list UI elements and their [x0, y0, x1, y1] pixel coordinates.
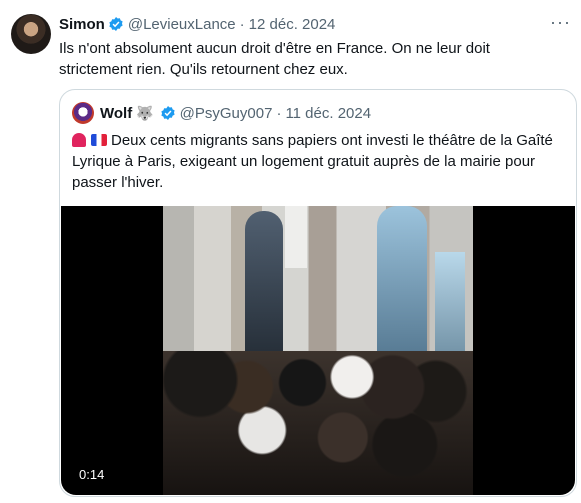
quoted-date[interactable]: 11 déc. 2024: [285, 105, 371, 122]
facade-window: [377, 206, 427, 366]
quoted-author-handle[interactable]: @PsyGuy007: [180, 105, 273, 122]
quoted-avatar[interactable]: [72, 102, 94, 124]
facade-banner: [285, 206, 307, 268]
quoted-text-block: Deux cents migrants sans papiers ont inv…: [72, 130, 562, 193]
crowd-image: [163, 351, 473, 495]
quoted-tweet[interactable]: Wolf 🐺 @PsyGuy007 · 11 déc. 2024 Deux ce…: [59, 89, 577, 497]
author-handle[interactable]: @LevieuxLance: [128, 16, 236, 33]
quoted-text: Deux cents migrants sans papiers ont inv…: [72, 132, 553, 191]
wolf-emoji-icon: 🐺: [136, 104, 154, 121]
verified-badge-icon: [109, 17, 123, 31]
video-duration: 0:14: [73, 466, 111, 483]
video-frame: [163, 206, 473, 495]
more-options-icon[interactable]: ···: [550, 12, 571, 33]
separator-dot: ·: [276, 104, 282, 122]
quoted-author-name[interactable]: Wolf: [100, 105, 132, 122]
siren-icon: [72, 133, 86, 147]
tweet-date[interactable]: 12 déc. 2024: [249, 16, 336, 33]
avatar[interactable]: [11, 14, 51, 54]
author-name[interactable]: Simon: [59, 16, 105, 33]
video-player[interactable]: 0:14: [61, 206, 575, 495]
facade-window: [435, 252, 465, 362]
separator-dot: ·: [239, 15, 245, 33]
facade-window: [245, 211, 283, 351]
verified-badge-icon: [161, 106, 175, 120]
quoted-header: Wolf 🐺 @PsyGuy007 · 11 déc. 2024: [72, 102, 371, 124]
france-flag-icon: [91, 134, 107, 146]
tweet-header: Simon @LevieuxLance · 12 déc. 2024: [59, 14, 571, 34]
tweet-text: Ils n'ont absolument aucun droit d'être …: [59, 40, 490, 78]
